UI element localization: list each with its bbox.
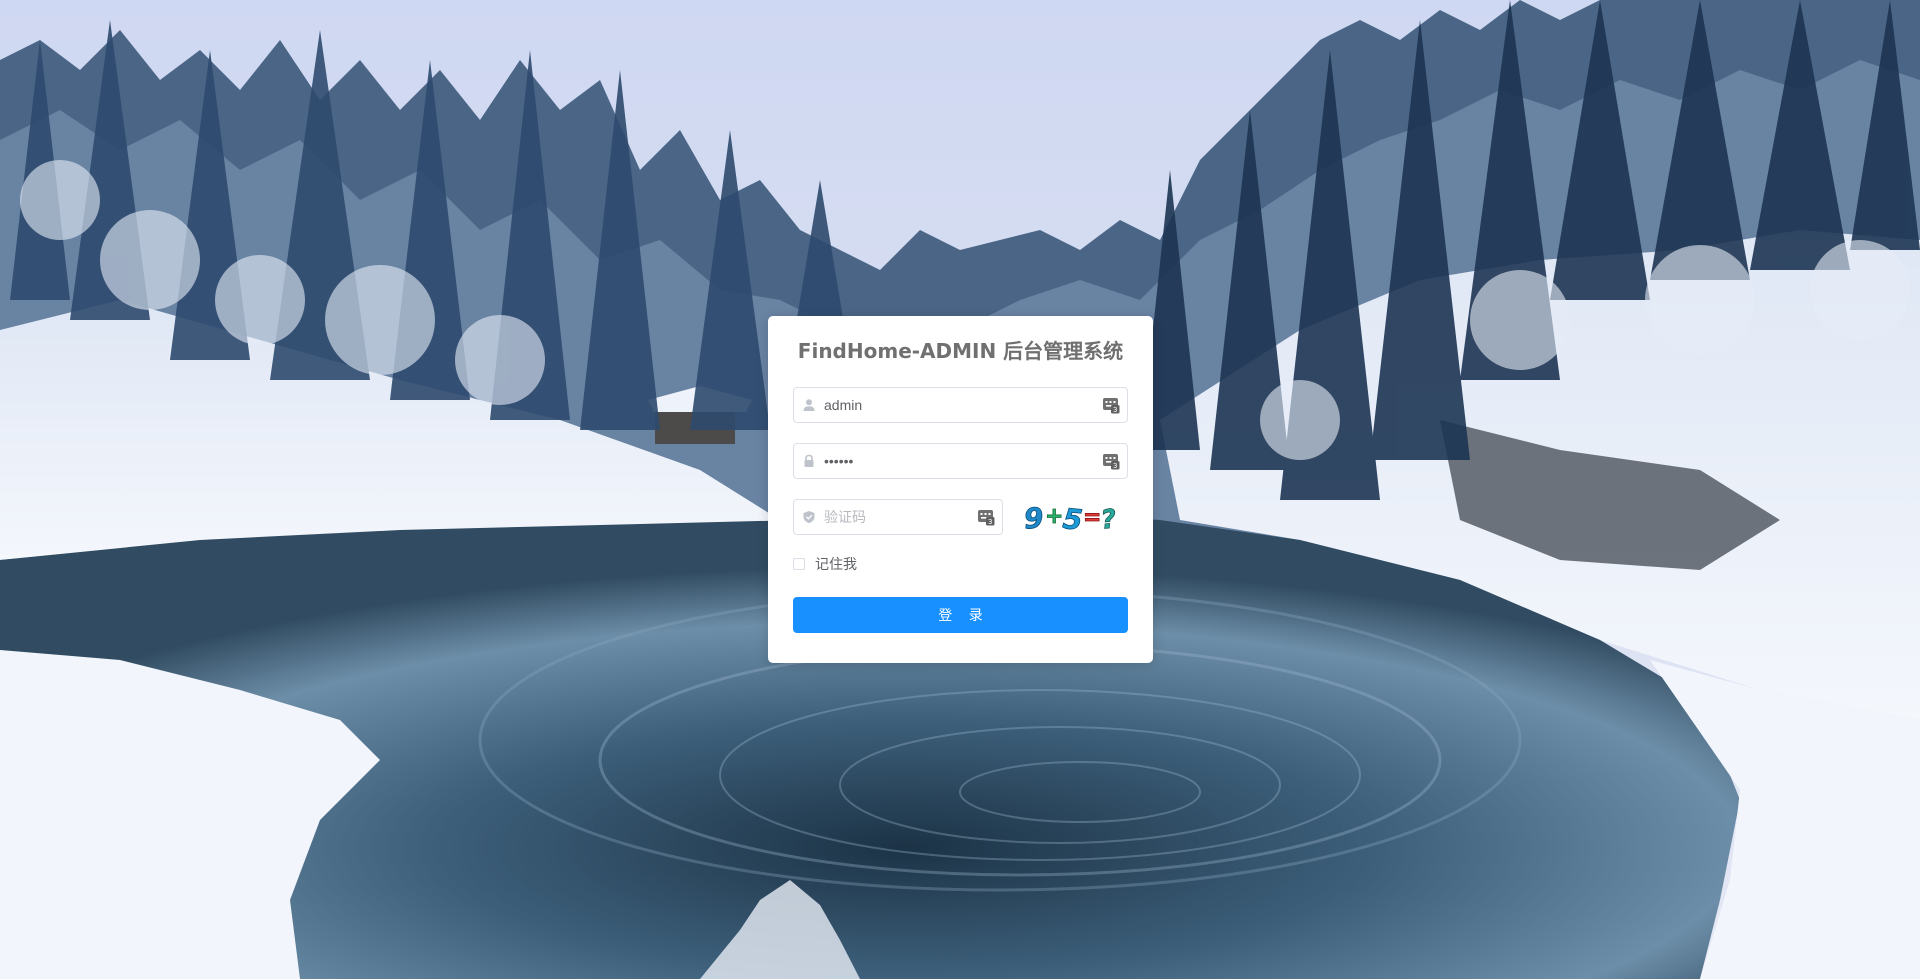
svg-text:3: 3 xyxy=(988,518,992,526)
username-field: 3 xyxy=(793,387,1128,423)
keyboard-badge-icon[interactable]: 3 xyxy=(977,508,995,526)
svg-text:3: 3 xyxy=(1113,406,1117,414)
keyboard-badge-icon[interactable]: 3 xyxy=(1102,396,1120,414)
username-input[interactable] xyxy=(824,388,1095,422)
password-input[interactable] xyxy=(824,444,1095,478)
svg-text:3: 3 xyxy=(1113,462,1117,470)
login-button[interactable]: 登 录 xyxy=(793,597,1128,633)
user-icon xyxy=(803,399,815,411)
svg-text:5: 5 xyxy=(1061,502,1084,535)
remember-me-label[interactable]: 记住我 xyxy=(815,554,857,574)
captcha-image[interactable]: 9 + 5 = ? xyxy=(1021,499,1121,535)
svg-text:=: = xyxy=(1083,505,1101,530)
captcha-field: 3 xyxy=(793,499,1003,535)
svg-text:9: 9 xyxy=(1023,501,1045,535)
captcha-input[interactable] xyxy=(824,500,970,534)
remember-me-checkbox[interactable] xyxy=(793,558,805,570)
svg-text:?: ? xyxy=(1100,504,1118,535)
login-form: FindHome-ADMIN 后台管理系统 3 xyxy=(768,316,1153,663)
shield-check-icon xyxy=(803,511,815,524)
password-field: 3 xyxy=(793,443,1128,479)
captcha-glyphs: 9 + 5 = ? xyxy=(1022,501,1118,535)
svg-text:+: + xyxy=(1045,504,1063,529)
captcha-row: 3 9 + 5 = ? xyxy=(793,499,1128,535)
keyboard-badge-icon[interactable]: 3 xyxy=(1102,452,1120,470)
lock-icon xyxy=(804,454,814,467)
remember-me: 记住我 xyxy=(793,555,1128,573)
login-title: FindHome-ADMIN 后台管理系统 xyxy=(797,339,1124,363)
